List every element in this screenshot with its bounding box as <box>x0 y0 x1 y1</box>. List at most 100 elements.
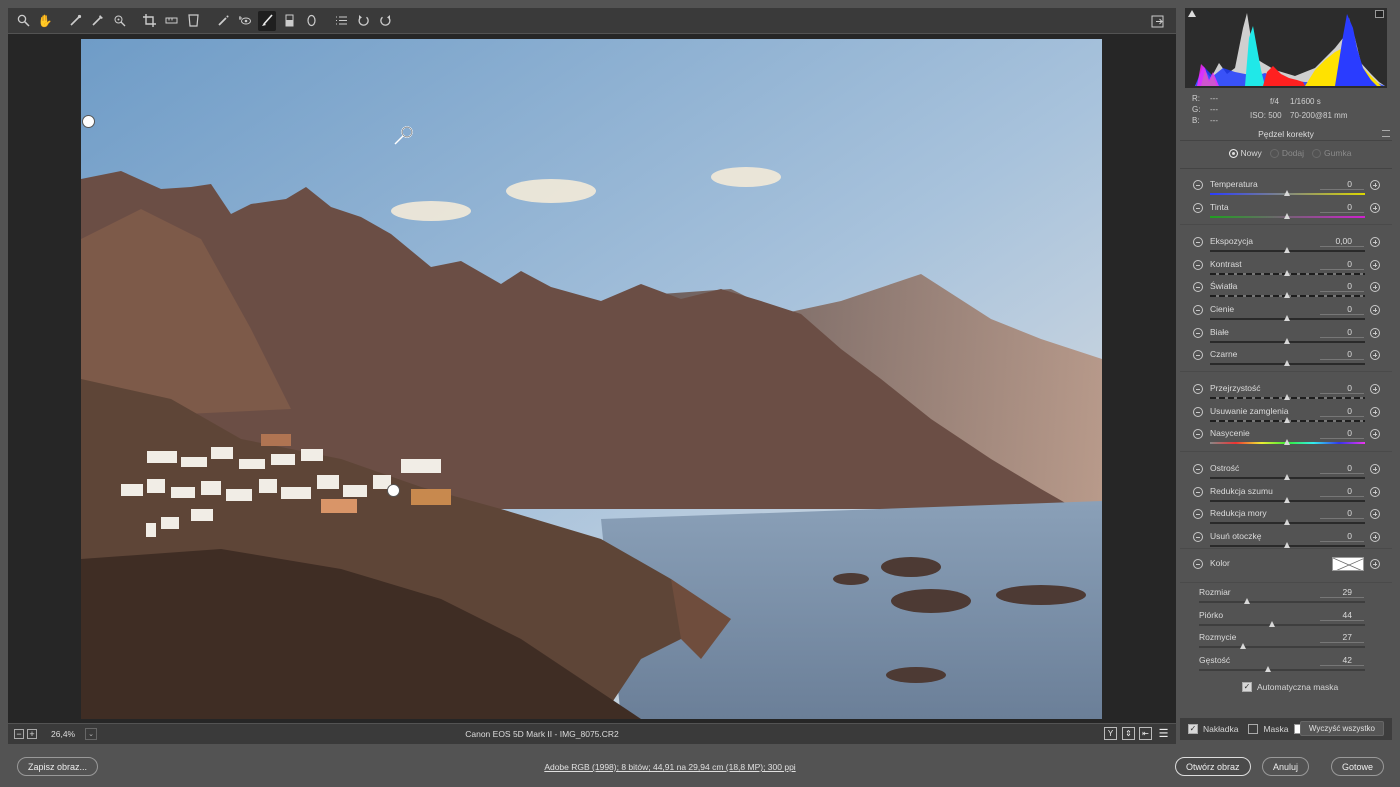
target-adjustment-icon[interactable] <box>110 11 128 31</box>
decrease-icon[interactable] <box>1193 464 1203 474</box>
decrease-icon[interactable] <box>1193 260 1203 270</box>
brush-slider-value[interactable]: 44 <box>1320 610 1352 620</box>
increase-icon[interactable] <box>1370 429 1380 439</box>
color-plus-icon[interactable] <box>1370 559 1380 569</box>
color-swatch[interactable] <box>1332 557 1364 571</box>
brush-slider-track[interactable] <box>1199 624 1365 626</box>
slider-value[interactable]: 0 <box>1320 463 1352 473</box>
increase-icon[interactable] <box>1370 532 1380 542</box>
decrease-icon[interactable] <box>1193 328 1203 338</box>
open-image-button[interactable]: Otwórz obraz <box>1175 757 1251 776</box>
image-canvas[interactable] <box>8 34 1176 723</box>
workflow-options-link[interactable]: Adobe RGB (1998); 8 bitów; 44,91 na 29,9… <box>0 762 1340 772</box>
slider-value[interactable]: 0 <box>1320 327 1352 337</box>
slider-value[interactable]: 0 <box>1320 281 1352 291</box>
graduated-filter-icon[interactable] <box>280 11 298 31</box>
spot-removal-icon[interactable] <box>214 11 232 31</box>
slider-value[interactable]: 0 <box>1320 508 1352 518</box>
brush-pin[interactable] <box>387 484 400 497</box>
slider-value[interactable]: 0 <box>1320 486 1352 496</box>
increase-icon[interactable] <box>1370 509 1380 519</box>
slider-value[interactable]: 0 <box>1320 349 1352 359</box>
mode-new-radio[interactable] <box>1228 148 1238 158</box>
slider-thumb[interactable] <box>1283 292 1290 298</box>
auto-mask-checkbox[interactable]: ✓ <box>1242 682 1252 692</box>
brush-slider-value[interactable]: 27 <box>1320 632 1352 642</box>
slider-thumb[interactable] <box>1283 439 1290 445</box>
brush-slider-thumb[interactable] <box>1268 621 1275 627</box>
slider-value[interactable]: 0 <box>1320 259 1352 269</box>
slider-value[interactable]: 0 <box>1320 428 1352 438</box>
auto-mask-option[interactable]: ✓ Automatyczna maska <box>1242 682 1338 692</box>
brush-slider-value[interactable]: 42 <box>1320 655 1352 665</box>
mode-add-radio[interactable] <box>1269 148 1279 158</box>
color-sampler-icon[interactable] <box>88 11 106 31</box>
increase-icon[interactable] <box>1370 350 1380 360</box>
slider-thumb[interactable] <box>1283 519 1290 525</box>
slider-thumb[interactable] <box>1283 213 1290 219</box>
increase-icon[interactable] <box>1370 180 1380 190</box>
transform-icon[interactable] <box>184 11 202 31</box>
view-before-after-button[interactable]: Y <box>1104 727 1117 740</box>
decrease-icon[interactable] <box>1193 487 1203 497</box>
slider-thumb[interactable] <box>1283 315 1290 321</box>
slider-value[interactable]: 0 <box>1320 531 1352 541</box>
brush-slider-track[interactable] <box>1199 646 1365 648</box>
decrease-icon[interactable] <box>1193 180 1203 190</box>
decrease-icon[interactable] <box>1193 407 1203 417</box>
increase-icon[interactable] <box>1370 384 1380 394</box>
brush-slider-track[interactable] <box>1199 669 1365 671</box>
adjustment-brush-icon[interactable] <box>258 10 276 31</box>
brush-pin[interactable] <box>82 115 95 128</box>
copy-settings-icon[interactable]: ⇤ <box>1139 727 1152 740</box>
swap-settings-icon[interactable]: ⇕ <box>1122 727 1135 740</box>
clear-all-button[interactable]: Wyczyść wszystko <box>1299 721 1384 736</box>
brush-slider-thumb[interactable] <box>1243 598 1250 604</box>
slider-thumb[interactable] <box>1283 360 1290 366</box>
straighten-icon[interactable] <box>162 11 180 31</box>
decrease-icon[interactable] <box>1193 509 1203 519</box>
decrease-icon[interactable] <box>1193 305 1203 315</box>
increase-icon[interactable] <box>1370 237 1380 247</box>
slider-value[interactable]: 0 <box>1320 304 1352 314</box>
increase-icon[interactable] <box>1370 260 1380 270</box>
increase-icon[interactable] <box>1370 203 1380 213</box>
slider-value[interactable]: 0 <box>1320 202 1352 212</box>
zoom-icon[interactable] <box>14 11 32 31</box>
increase-icon[interactable] <box>1370 282 1380 292</box>
done-button[interactable]: Gotowe <box>1331 757 1385 776</box>
panel-menu-icon[interactable] <box>1382 130 1390 137</box>
settings-toggle-icon[interactable]: ☰ <box>1157 727 1170 740</box>
photo-preview[interactable] <box>81 39 1102 719</box>
slider-thumb[interactable] <box>1283 497 1290 503</box>
mode-erase-radio[interactable] <box>1312 148 1322 158</box>
decrease-icon[interactable] <box>1193 237 1203 247</box>
slider-value[interactable]: 0 <box>1320 383 1352 393</box>
brush-slider-thumb[interactable] <box>1265 666 1272 672</box>
open-preferences-icon[interactable] <box>1148 11 1166 31</box>
increase-icon[interactable] <box>1370 464 1380 474</box>
red-eye-icon[interactable] <box>236 11 254 31</box>
slider-thumb[interactable] <box>1283 417 1290 423</box>
decrease-icon[interactable] <box>1193 429 1203 439</box>
decrease-icon[interactable] <box>1193 532 1203 542</box>
decrease-icon[interactable] <box>1193 282 1203 292</box>
slider-thumb[interactable] <box>1283 190 1290 196</box>
brush-slider-value[interactable]: 29 <box>1320 587 1352 597</box>
increase-icon[interactable] <box>1370 305 1380 315</box>
slider-thumb[interactable] <box>1283 247 1290 253</box>
color-minus-icon[interactable] <box>1193 559 1203 569</box>
slider-value[interactable]: 0 <box>1320 406 1352 416</box>
increase-icon[interactable] <box>1370 487 1380 497</box>
rotate-right-icon[interactable] <box>376 11 394 31</box>
slider-value[interactable]: 0 <box>1320 179 1352 189</box>
overlay-checkbox[interactable]: ✓ <box>1188 724 1198 734</box>
increase-icon[interactable] <box>1370 328 1380 338</box>
cancel-button[interactable]: Anuluj <box>1262 757 1310 776</box>
shadow-clipping-icon[interactable] <box>1188 10 1196 17</box>
mask-checkbox[interactable] <box>1248 724 1259 734</box>
decrease-icon[interactable] <box>1193 384 1203 394</box>
slider-thumb[interactable] <box>1283 394 1290 400</box>
slider-thumb[interactable] <box>1283 338 1290 344</box>
decrease-icon[interactable] <box>1193 203 1203 213</box>
